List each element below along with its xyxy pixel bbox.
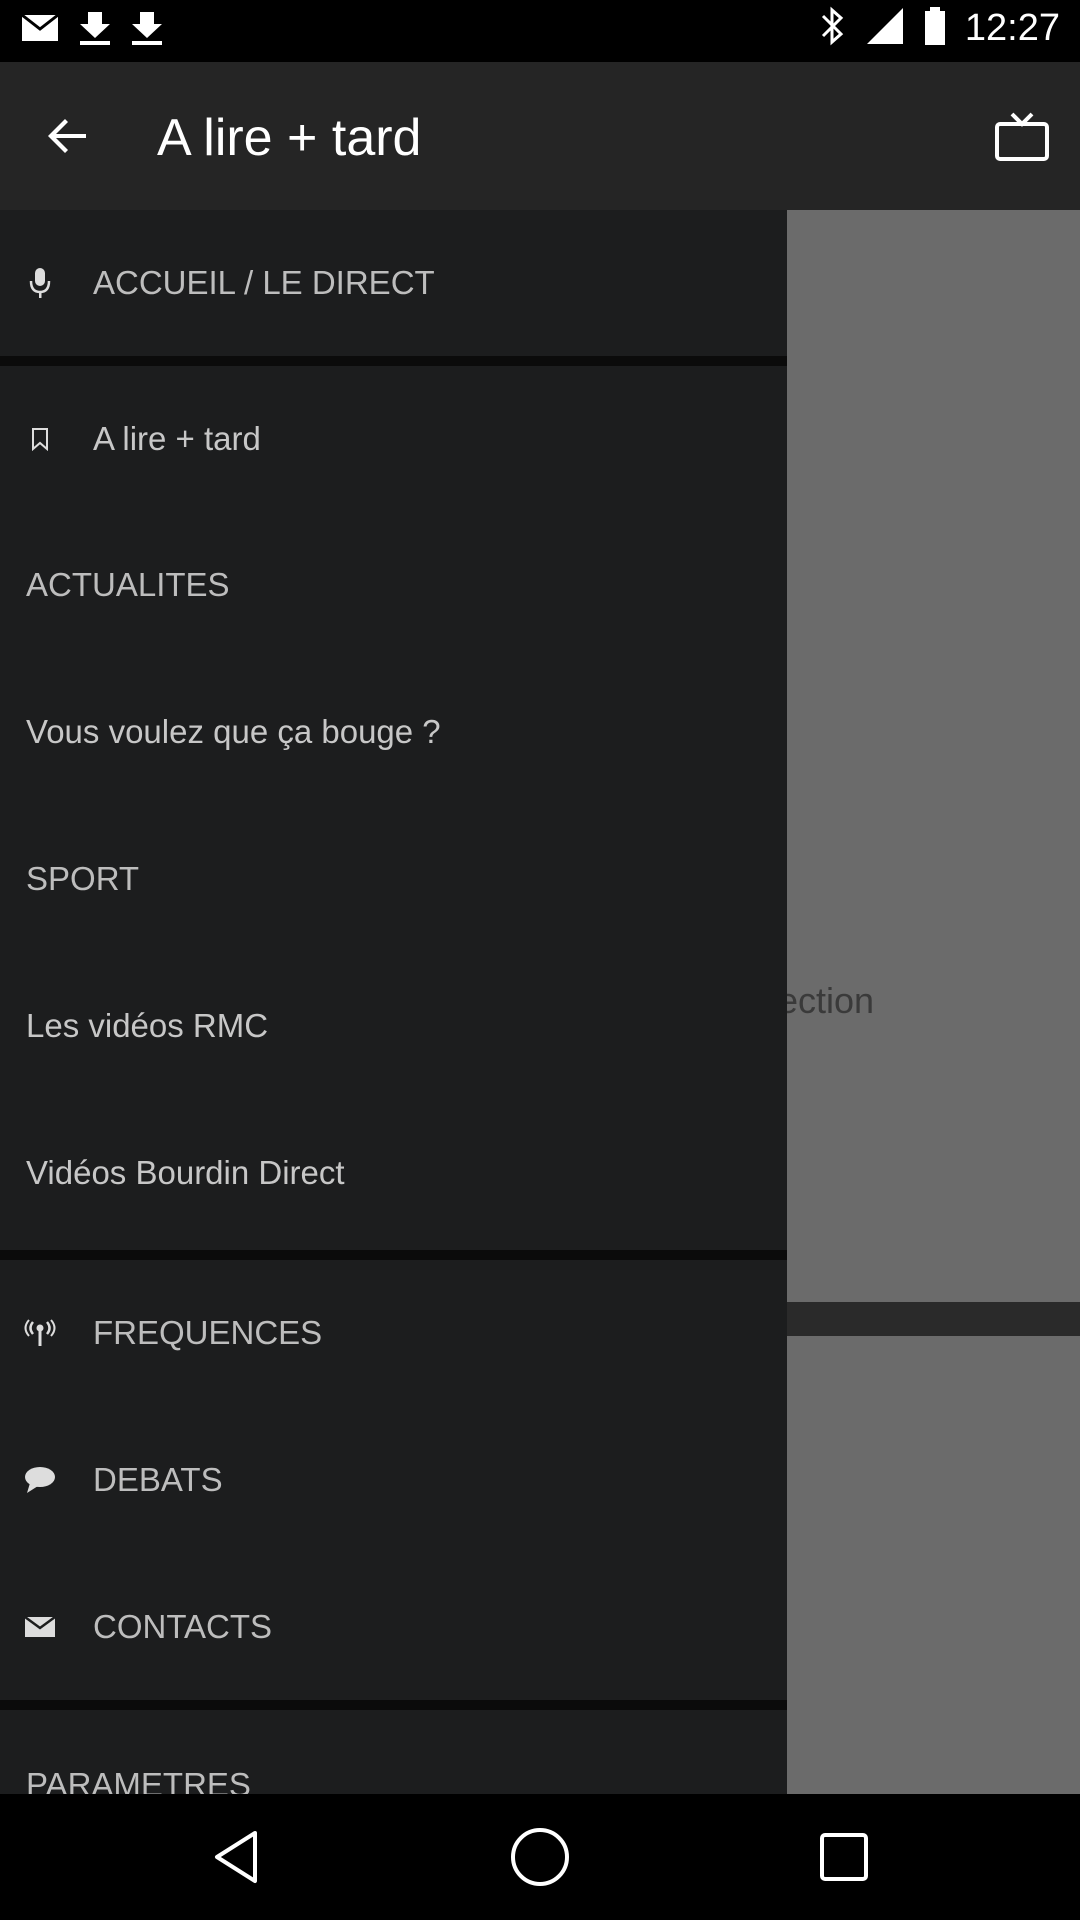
drawer-item-videos-rmc[interactable]: Les vidéos RMC — [0, 953, 787, 1099]
drawer-item-label: SPORT — [26, 860, 140, 897]
status-bar: 12:27 — [0, 0, 1080, 62]
drawer-item-parametres[interactable]: PARAMETRES — [0, 1710, 787, 1794]
drawer-item-debats[interactable]: DEBATS — [0, 1407, 787, 1553]
drawer-item-label: DEBATS — [93, 1461, 223, 1498]
drawer-item-sport[interactable]: SPORT — [0, 806, 787, 952]
drawer-item-label: CONTACTS — [93, 1608, 273, 1645]
divider — [0, 1250, 787, 1260]
divider — [0, 1700, 787, 1710]
bookmark-icon — [22, 421, 58, 457]
drawer-item-a-lire-plus-tard[interactable]: A lire + tard — [0, 366, 787, 512]
app-bar: A lire + tard — [0, 62, 1080, 210]
drawer-item-label: PARAMETRES — [26, 1766, 251, 1794]
signal-icon — [865, 6, 905, 51]
recents-square-icon[interactable] — [809, 1822, 879, 1892]
drawer-item-label: ACCUEIL / LE DIRECT — [93, 264, 435, 301]
drawer-item-label: Les vidéos RMC — [26, 1007, 269, 1044]
drawer-item-videos-bourdin-direct[interactable]: Vidéos Bourdin Direct — [0, 1100, 787, 1246]
bluetooth-icon — [817, 6, 847, 51]
page-title: A lire + tard — [157, 109, 422, 167]
back-triangle-icon[interactable] — [201, 1822, 271, 1892]
drawer-item-label: ACTUALITES — [26, 566, 230, 603]
microphone-icon — [22, 265, 58, 301]
navigation-drawer: ACCUEIL / LE DIRECT A lire + tard ACTUAL… — [0, 210, 787, 1794]
drawer-item-actualites[interactable]: ACTUALITES — [0, 512, 787, 658]
drawer-item-vous-voulez-que-ca-bouge[interactable]: Vous voulez que ça bouge ? — [0, 659, 787, 805]
drawer-item-contacts[interactable]: CONTACTS — [0, 1554, 787, 1700]
drawer-item-label: FREQUENCES — [93, 1314, 323, 1351]
mail-icon — [20, 13, 60, 48]
drawer-item-label: Vidéos Bourdin Direct — [26, 1154, 345, 1191]
chat-bubble-icon — [22, 1462, 58, 1498]
arrow-back-icon[interactable] — [36, 104, 100, 168]
drawer-item-label: Vous voulez que ça bouge ? — [26, 713, 441, 750]
battery-icon — [923, 6, 947, 51]
home-circle-icon[interactable] — [505, 1822, 575, 1892]
download-icon — [130, 10, 164, 51]
envelope-icon — [22, 1609, 58, 1645]
drawer-item-accueil[interactable]: ACCUEIL / LE DIRECT — [0, 210, 787, 356]
drawer-item-label: A lire + tard — [93, 420, 261, 457]
tv-icon[interactable] — [990, 104, 1054, 168]
download-icon — [78, 10, 112, 51]
status-time: 12:27 — [964, 7, 1060, 49]
drawer-item-frequences[interactable]: FREQUENCES — [0, 1260, 787, 1406]
antenna-icon — [22, 1315, 58, 1351]
system-navigation-bar — [0, 1794, 1080, 1920]
divider — [0, 356, 787, 366]
